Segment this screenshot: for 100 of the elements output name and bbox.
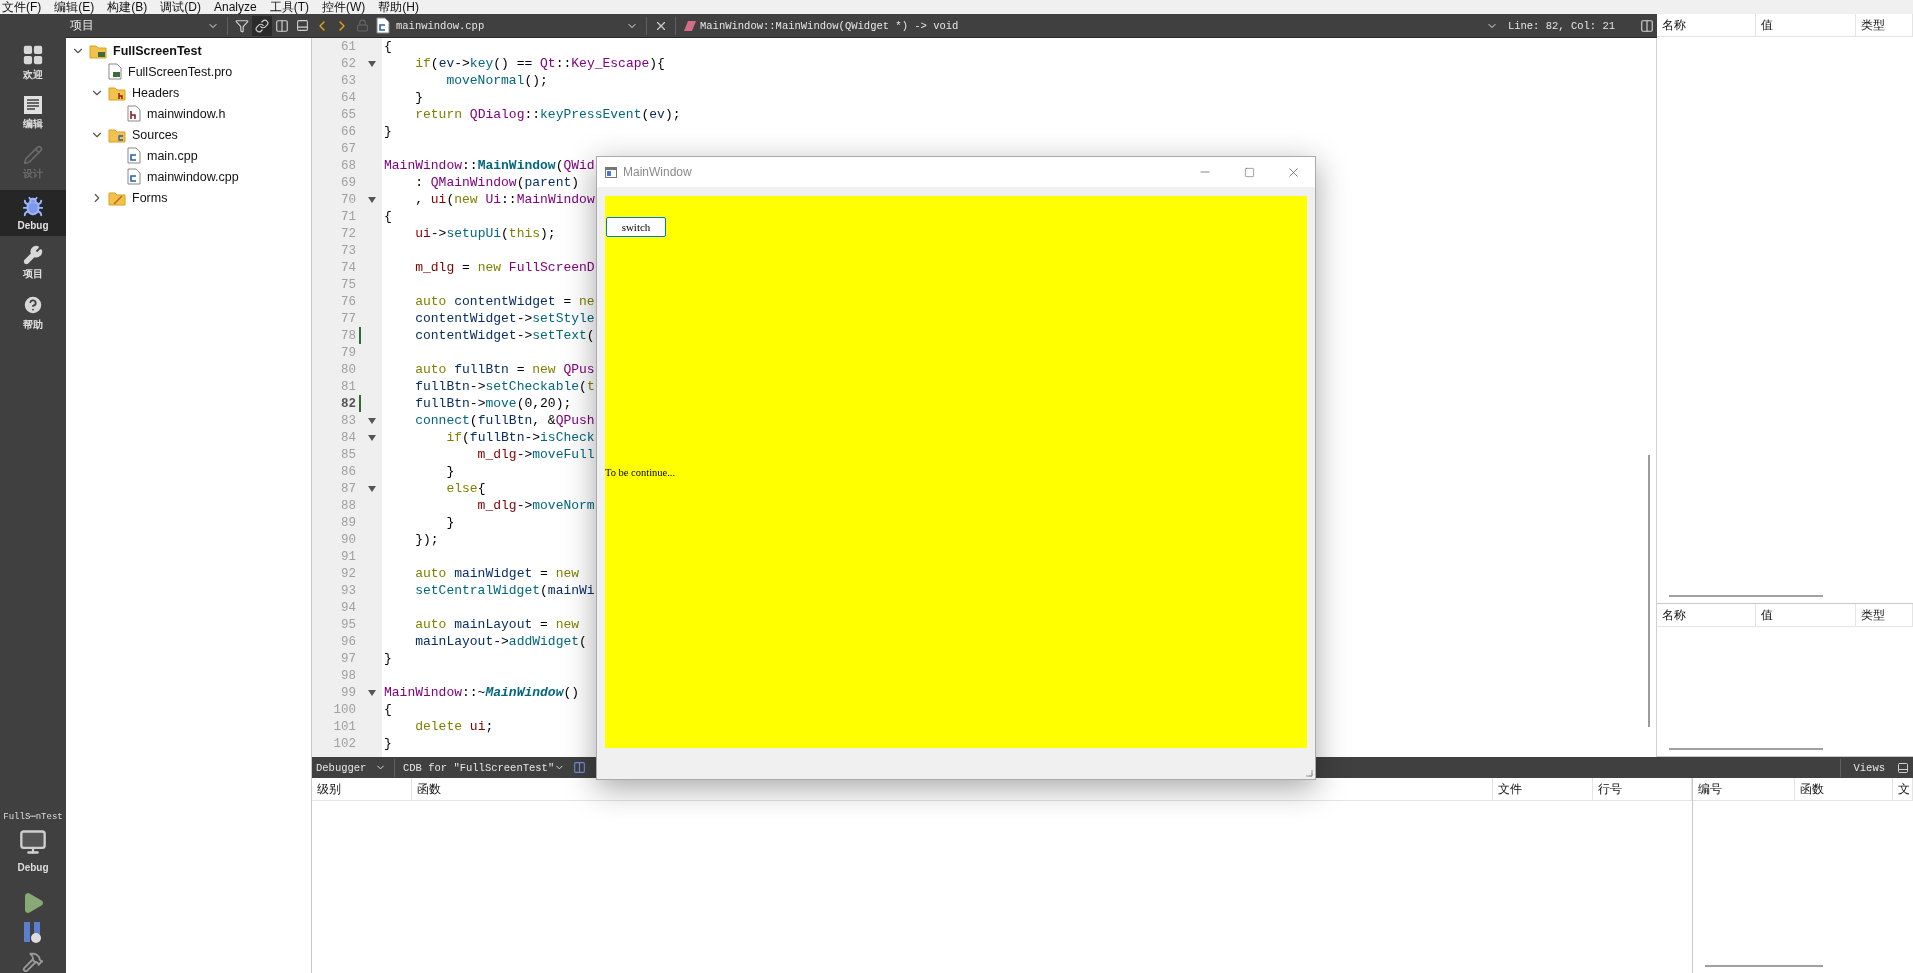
menu-item[interactable]: 构建(B) bbox=[107, 0, 148, 14]
column-header[interactable]: 名称 bbox=[1657, 604, 1756, 626]
views-button[interactable]: Views bbox=[1853, 761, 1885, 774]
scrollbar[interactable] bbox=[1669, 748, 1823, 750]
menu-item[interactable]: Analyze bbox=[214, 0, 257, 14]
scrollbar[interactable] bbox=[1705, 965, 1823, 967]
line-number: 99 bbox=[340, 685, 356, 700]
window-icon bbox=[605, 166, 617, 178]
column-header[interactable]: 类型 bbox=[1856, 604, 1913, 626]
line-number: 76 bbox=[340, 294, 356, 309]
monitor-icon[interactable] bbox=[19, 828, 47, 856]
code-line: : QMainWindow(parent) bbox=[414, 174, 580, 191]
line-number: 65 bbox=[340, 107, 356, 122]
column-header[interactable]: 行号 bbox=[1593, 778, 1692, 800]
tree-item[interactable]: FullScreenTest.pro bbox=[128, 64, 233, 79]
line-number: 100 bbox=[332, 702, 356, 717]
filter-icon[interactable] bbox=[235, 18, 249, 33]
split-icon[interactable] bbox=[1640, 18, 1654, 33]
tree-item[interactable]: mainwindow.h bbox=[147, 106, 226, 121]
symbol-icon bbox=[684, 20, 696, 31]
column-header[interactable]: 名称 bbox=[1657, 14, 1756, 36]
content-label: To be continue... bbox=[605, 466, 677, 478]
project-name: FullS⋯nTest bbox=[3, 811, 63, 822]
code-line: } bbox=[445, 514, 455, 531]
menu-item[interactable]: 帮助(H) bbox=[378, 0, 420, 14]
kit-selector[interactable]: CDB for "FullScreenTest" bbox=[399, 756, 569, 779]
cursor-position: Line: 82, Col: 21 bbox=[1507, 19, 1615, 32]
column-header[interactable]: 值 bbox=[1756, 14, 1856, 36]
build-config: Debug bbox=[17, 862, 49, 873]
column-header[interactable]: 值 bbox=[1756, 604, 1856, 626]
symbol-selector[interactable]: MainWindow::MainWindow(QWidget *) -> void bbox=[680, 14, 1502, 37]
line-number: 75 bbox=[340, 277, 356, 292]
file-selector[interactable]: mainwindow.cpp bbox=[372, 14, 642, 37]
code-line: , ui(new Ui::MainWindow bbox=[414, 191, 595, 208]
fold-arrow-icon[interactable] bbox=[367, 485, 376, 492]
line-number: 84 bbox=[340, 430, 356, 445]
layout-icon[interactable] bbox=[572, 761, 586, 774]
link-icon[interactable] bbox=[255, 18, 269, 33]
engine-selector[interactable]: Debugger bbox=[312, 756, 390, 779]
menu-item[interactable]: 编辑(E) bbox=[54, 0, 95, 14]
code-line: moveNormal(); bbox=[445, 72, 548, 89]
column-header[interactable]: 类型 bbox=[1856, 14, 1913, 36]
panel-icon[interactable] bbox=[1897, 761, 1909, 774]
tree-item[interactable]: Headers bbox=[132, 85, 180, 100]
line-number: 71 bbox=[340, 209, 356, 224]
resize-grip-icon[interactable] bbox=[1305, 769, 1313, 777]
code-line: else{ bbox=[445, 480, 486, 497]
scrollbar[interactable] bbox=[1648, 455, 1650, 727]
fold-arrow-icon[interactable] bbox=[367, 689, 376, 696]
fold-arrow-icon[interactable] bbox=[367, 434, 376, 441]
fold-arrow-icon[interactable] bbox=[367, 60, 376, 67]
line-number: 87 bbox=[340, 481, 356, 496]
wrench-icon bbox=[23, 245, 43, 265]
menu-item[interactable]: 工具(T) bbox=[269, 0, 310, 14]
menu-item[interactable]: 文件(F) bbox=[2, 0, 42, 14]
code-line: if(fullBtn->isCheck bbox=[445, 429, 595, 446]
line-number: 61 bbox=[340, 39, 356, 54]
code-line: if(ev->key() == Qt::Key_Escape){ bbox=[414, 55, 665, 72]
menu-item[interactable]: 调试(D) bbox=[160, 0, 201, 14]
switch-button[interactable]: switch bbox=[606, 217, 666, 237]
column-header[interactable]: 级别 bbox=[312, 778, 412, 800]
file-icon bbox=[127, 147, 141, 164]
folder-icon bbox=[108, 126, 126, 143]
scrollbar[interactable] bbox=[1669, 595, 1823, 597]
code-line: auto fullBtn = new QPus bbox=[414, 361, 595, 378]
code-line: { bbox=[384, 208, 392, 225]
code-line: MainWindow::MainWindow(QWid bbox=[384, 157, 595, 174]
mode-tab[interactable]: 帮助 bbox=[0, 290, 66, 336]
column-header[interactable]: 文件 bbox=[1493, 778, 1593, 800]
column-header[interactable]: 文 bbox=[1893, 778, 1913, 800]
tree-item[interactable]: main.cpp bbox=[147, 148, 198, 163]
column-header[interactable]: 编号 bbox=[1693, 778, 1795, 800]
fold-arrow-icon[interactable] bbox=[367, 417, 376, 424]
debug-run-icon[interactable] bbox=[22, 921, 44, 945]
line-number: 95 bbox=[340, 617, 356, 632]
tree-item[interactable]: mainwindow.cpp bbox=[147, 169, 239, 184]
mode-tab[interactable]: 编辑 bbox=[0, 90, 66, 136]
code-line: connect(fullBtn, &QPush bbox=[414, 412, 595, 429]
line-number: 62 bbox=[340, 56, 356, 71]
line-number: 83 bbox=[340, 413, 356, 428]
file-icon bbox=[376, 17, 390, 34]
code-line: { bbox=[384, 701, 392, 718]
mode-tab[interactable]: 项目 bbox=[0, 240, 66, 286]
close-pane-icon[interactable] bbox=[295, 19, 309, 32]
mode-tab[interactable]: 欢迎 bbox=[0, 40, 66, 86]
tree-item[interactable]: Forms bbox=[132, 190, 168, 205]
menu-item[interactable]: 控件(W) bbox=[322, 0, 366, 14]
line-number: 74 bbox=[340, 260, 356, 275]
code-line: { bbox=[384, 38, 392, 55]
mode-tab[interactable]: Debug bbox=[0, 190, 66, 236]
line-number: 92 bbox=[340, 566, 356, 581]
file-icon bbox=[127, 105, 141, 122]
tree-item[interactable]: FullScreenTest bbox=[113, 43, 202, 58]
hammer-icon[interactable] bbox=[22, 951, 44, 973]
tree-item[interactable]: Sources bbox=[132, 127, 178, 142]
column-header[interactable]: 函数 bbox=[1795, 778, 1893, 800]
line-number: 73 bbox=[340, 243, 356, 258]
fold-arrow-icon[interactable] bbox=[367, 196, 376, 203]
split-icon[interactable] bbox=[275, 18, 289, 33]
line-number: 97 bbox=[340, 651, 356, 666]
